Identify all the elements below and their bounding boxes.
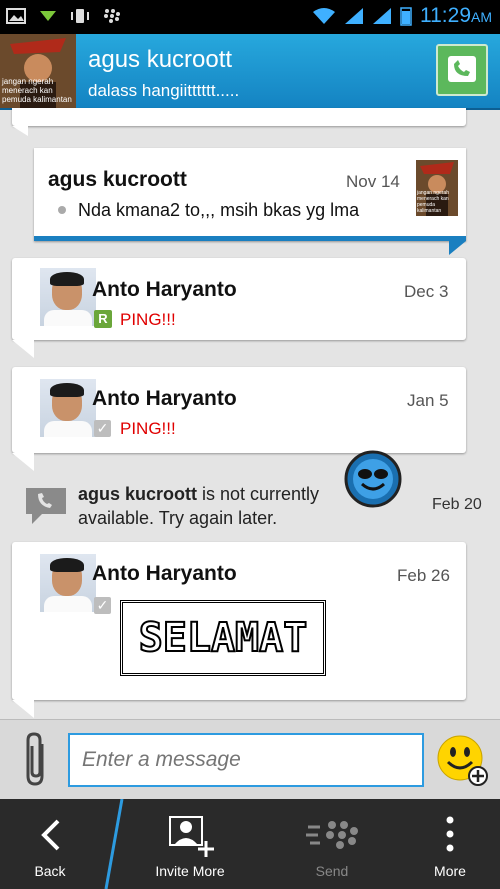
gallery-icon — [6, 8, 26, 24]
contact-avatar[interactable]: jangan ngerah menerach kan pemuda kalima… — [0, 34, 76, 108]
overflow-menu-icon — [446, 816, 454, 852]
floating-emoticon-icon[interactable] — [344, 450, 402, 508]
notice-date: Feb 20 — [432, 496, 482, 513]
clock: 11:29AM — [420, 4, 492, 27]
sender-avatar[interactable] — [40, 379, 96, 437]
message-date: Jan 5 — [407, 391, 449, 410]
send-bbm-icon — [306, 821, 358, 849]
paperclip-icon[interactable] — [22, 732, 52, 788]
message-date: Dec 3 — [404, 282, 449, 301]
battery-icon — [400, 7, 412, 26]
notice-text-line2: available. Try again later. — [78, 508, 278, 528]
toolbar-divider — [104, 799, 124, 889]
sender-name: Anto Haryanto — [92, 278, 237, 301]
emoticon-picker-icon[interactable] — [436, 732, 488, 788]
signal-icon — [345, 8, 363, 24]
signal-2-icon — [373, 8, 391, 24]
back-button[interactable]: Back — [0, 799, 100, 889]
status-bar: 11:29AM — [0, 0, 500, 34]
sender-name: Anto Haryanto — [92, 562, 237, 585]
more-button[interactable]: More — [400, 799, 500, 889]
sender-avatar[interactable] — [40, 268, 96, 326]
back-arrow-icon — [41, 819, 60, 851]
contact-name: agus kucroott — [88, 46, 233, 73]
back-label: Back — [34, 863, 66, 879]
blackberry-icon — [104, 9, 120, 23]
message-date: Nov 14 — [346, 172, 400, 191]
add-contact-icon — [169, 816, 214, 857]
wifi-icon — [313, 8, 335, 24]
read-badge-icon: R — [94, 310, 112, 328]
chat-header: jangan ngerah menerach kan pemuda kalima… — [0, 34, 500, 110]
message-card[interactable]: agus kucroott Nov 14 Nda kmana2 to,,, ms… — [34, 148, 466, 241]
sender-avatar[interactable] — [40, 554, 96, 612]
more-label: More — [434, 863, 466, 879]
invite-more-label: Invite More — [155, 863, 225, 879]
chat-bubble-icon — [26, 488, 66, 524]
system-notice: agus kucroott is not currently available… — [0, 474, 500, 536]
bottom-toolbar: Back Invite More Send More — [0, 799, 500, 889]
contact-status: dalass hangiitttttt..... — [88, 81, 240, 100]
message-date: Feb 26 — [397, 566, 450, 585]
composer-bar — [0, 719, 500, 800]
sender-avatar[interactable]: jangan ngerah menerach kan pemuda kalima… — [416, 160, 458, 216]
message-text-art: SELAMAT — [120, 600, 326, 676]
sender-name: Anto Haryanto — [92, 387, 237, 410]
delivered-check-icon: ✓ — [94, 597, 111, 614]
send-label: Send — [315, 863, 349, 879]
message-input[interactable] — [68, 733, 424, 787]
message-card[interactable]: Anto Haryanto Feb 26 ✓ SELAMAT — [12, 542, 466, 700]
message-text: PING!!! — [120, 310, 176, 329]
message-card[interactable]: Anto Haryanto Jan 5 ✓ PING!!! — [12, 367, 466, 453]
call-button[interactable] — [436, 44, 488, 96]
phone-icon — [448, 56, 476, 82]
download-icon — [40, 11, 56, 21]
message-text: Nda kmana2 to,,, msih bkas yg lma — [78, 200, 360, 220]
invite-more-button[interactable]: Invite More — [140, 799, 240, 889]
vibrate-icon — [71, 9, 89, 23]
notice-contact-name: agus kucroott — [78, 484, 198, 504]
unread-dot-icon — [58, 206, 66, 214]
sender-name: agus kucroott — [48, 168, 187, 191]
delivered-check-icon: ✓ — [94, 420, 111, 437]
message-card-partial — [12, 108, 466, 126]
send-button[interactable]: Send — [282, 799, 382, 889]
avatar-caption: jangan ngerah menerach kan pemuda kalima… — [417, 190, 449, 214]
notice-text-line1: is not currently — [197, 484, 320, 504]
avatar-caption: jangan ngerah menerach kan pemuda kalima… — [2, 77, 72, 104]
message-card[interactable]: Anto Haryanto Dec 3 R PING!!! — [12, 258, 466, 340]
message-text: PING!!! — [120, 419, 176, 438]
